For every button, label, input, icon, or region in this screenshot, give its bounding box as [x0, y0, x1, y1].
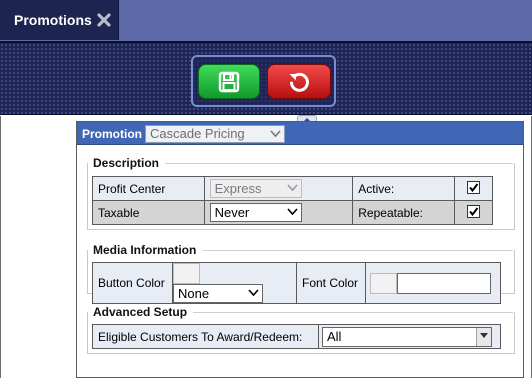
promotion-label: Promotion: [82, 127, 142, 141]
chevron-down-icon: [286, 184, 298, 192]
taxable-label: Taxable: [92, 200, 205, 225]
eligible-customers-label: Eligible Customers To Award/Redeem:: [92, 324, 319, 349]
repeatable-label: Repeatable:: [352, 200, 456, 225]
tab-promotions[interactable]: Promotions: [0, 0, 119, 40]
tab-label: Promotions: [14, 12, 92, 28]
action-button-group: [191, 55, 336, 107]
advanced-table: Eligible Customers To Award/Redeem: All: [92, 324, 501, 349]
table-row: Profit Center Express Active:: [92, 176, 493, 201]
tab-bar: Promotions: [0, 0, 532, 41]
active-checkbox[interactable]: [467, 180, 481, 194]
font-color-label: Font Color: [296, 262, 366, 304]
toolbar: [0, 41, 532, 124]
promotion-form-panel: Promotion Cascade Pricing Description Pr…: [76, 121, 524, 378]
font-color-input[interactable]: [397, 272, 491, 294]
close-icon[interactable]: [96, 11, 112, 29]
save-button[interactable]: [198, 64, 260, 99]
button-color-label: Button Color: [92, 262, 173, 304]
button-color-select[interactable]: None: [173, 284, 263, 303]
panel-header: Promotion Cascade Pricing: [77, 122, 523, 145]
repeatable-checkbox[interactable]: [467, 204, 481, 218]
taxable-value: Never: [214, 205, 250, 220]
chevron-down-icon: [286, 208, 298, 216]
eligible-customers-value: All: [327, 328, 342, 344]
profit-center-label: Profit Center: [92, 176, 205, 201]
promotion-select[interactable]: Cascade Pricing: [145, 125, 285, 143]
table-row: Button Color None Font Color: [92, 262, 501, 304]
chevron-down-icon: [480, 332, 488, 338]
media-table: Button Color None Font Color: [92, 262, 501, 304]
promotion-select-value: Cascade Pricing: [150, 126, 245, 141]
dropdown-button[interactable]: [476, 327, 491, 346]
table-row: Eligible Customers To Award/Redeem: All: [92, 324, 501, 349]
description-table: Profit Center Express Active: Taxable Ne…: [92, 176, 493, 225]
button-color-swatch[interactable]: [173, 263, 200, 284]
button-color-value: None: [178, 286, 210, 301]
profit-center-value: Express: [214, 181, 262, 196]
undo-circle-icon: [289, 72, 309, 92]
taxable-select[interactable]: Never: [209, 203, 302, 222]
chevron-down-icon: [270, 130, 281, 138]
profit-center-select: Express: [209, 179, 302, 198]
floppy-disk-icon: [218, 71, 240, 92]
eligible-customers-select[interactable]: All: [322, 326, 492, 347]
font-color-swatch[interactable]: [370, 272, 397, 294]
window-left-border: [0, 116, 1, 378]
active-label: Active:: [352, 176, 456, 201]
revert-button[interactable]: [267, 64, 331, 99]
chevron-down-icon: [248, 289, 259, 297]
table-row: Taxable Never Repeatable:: [92, 200, 493, 225]
